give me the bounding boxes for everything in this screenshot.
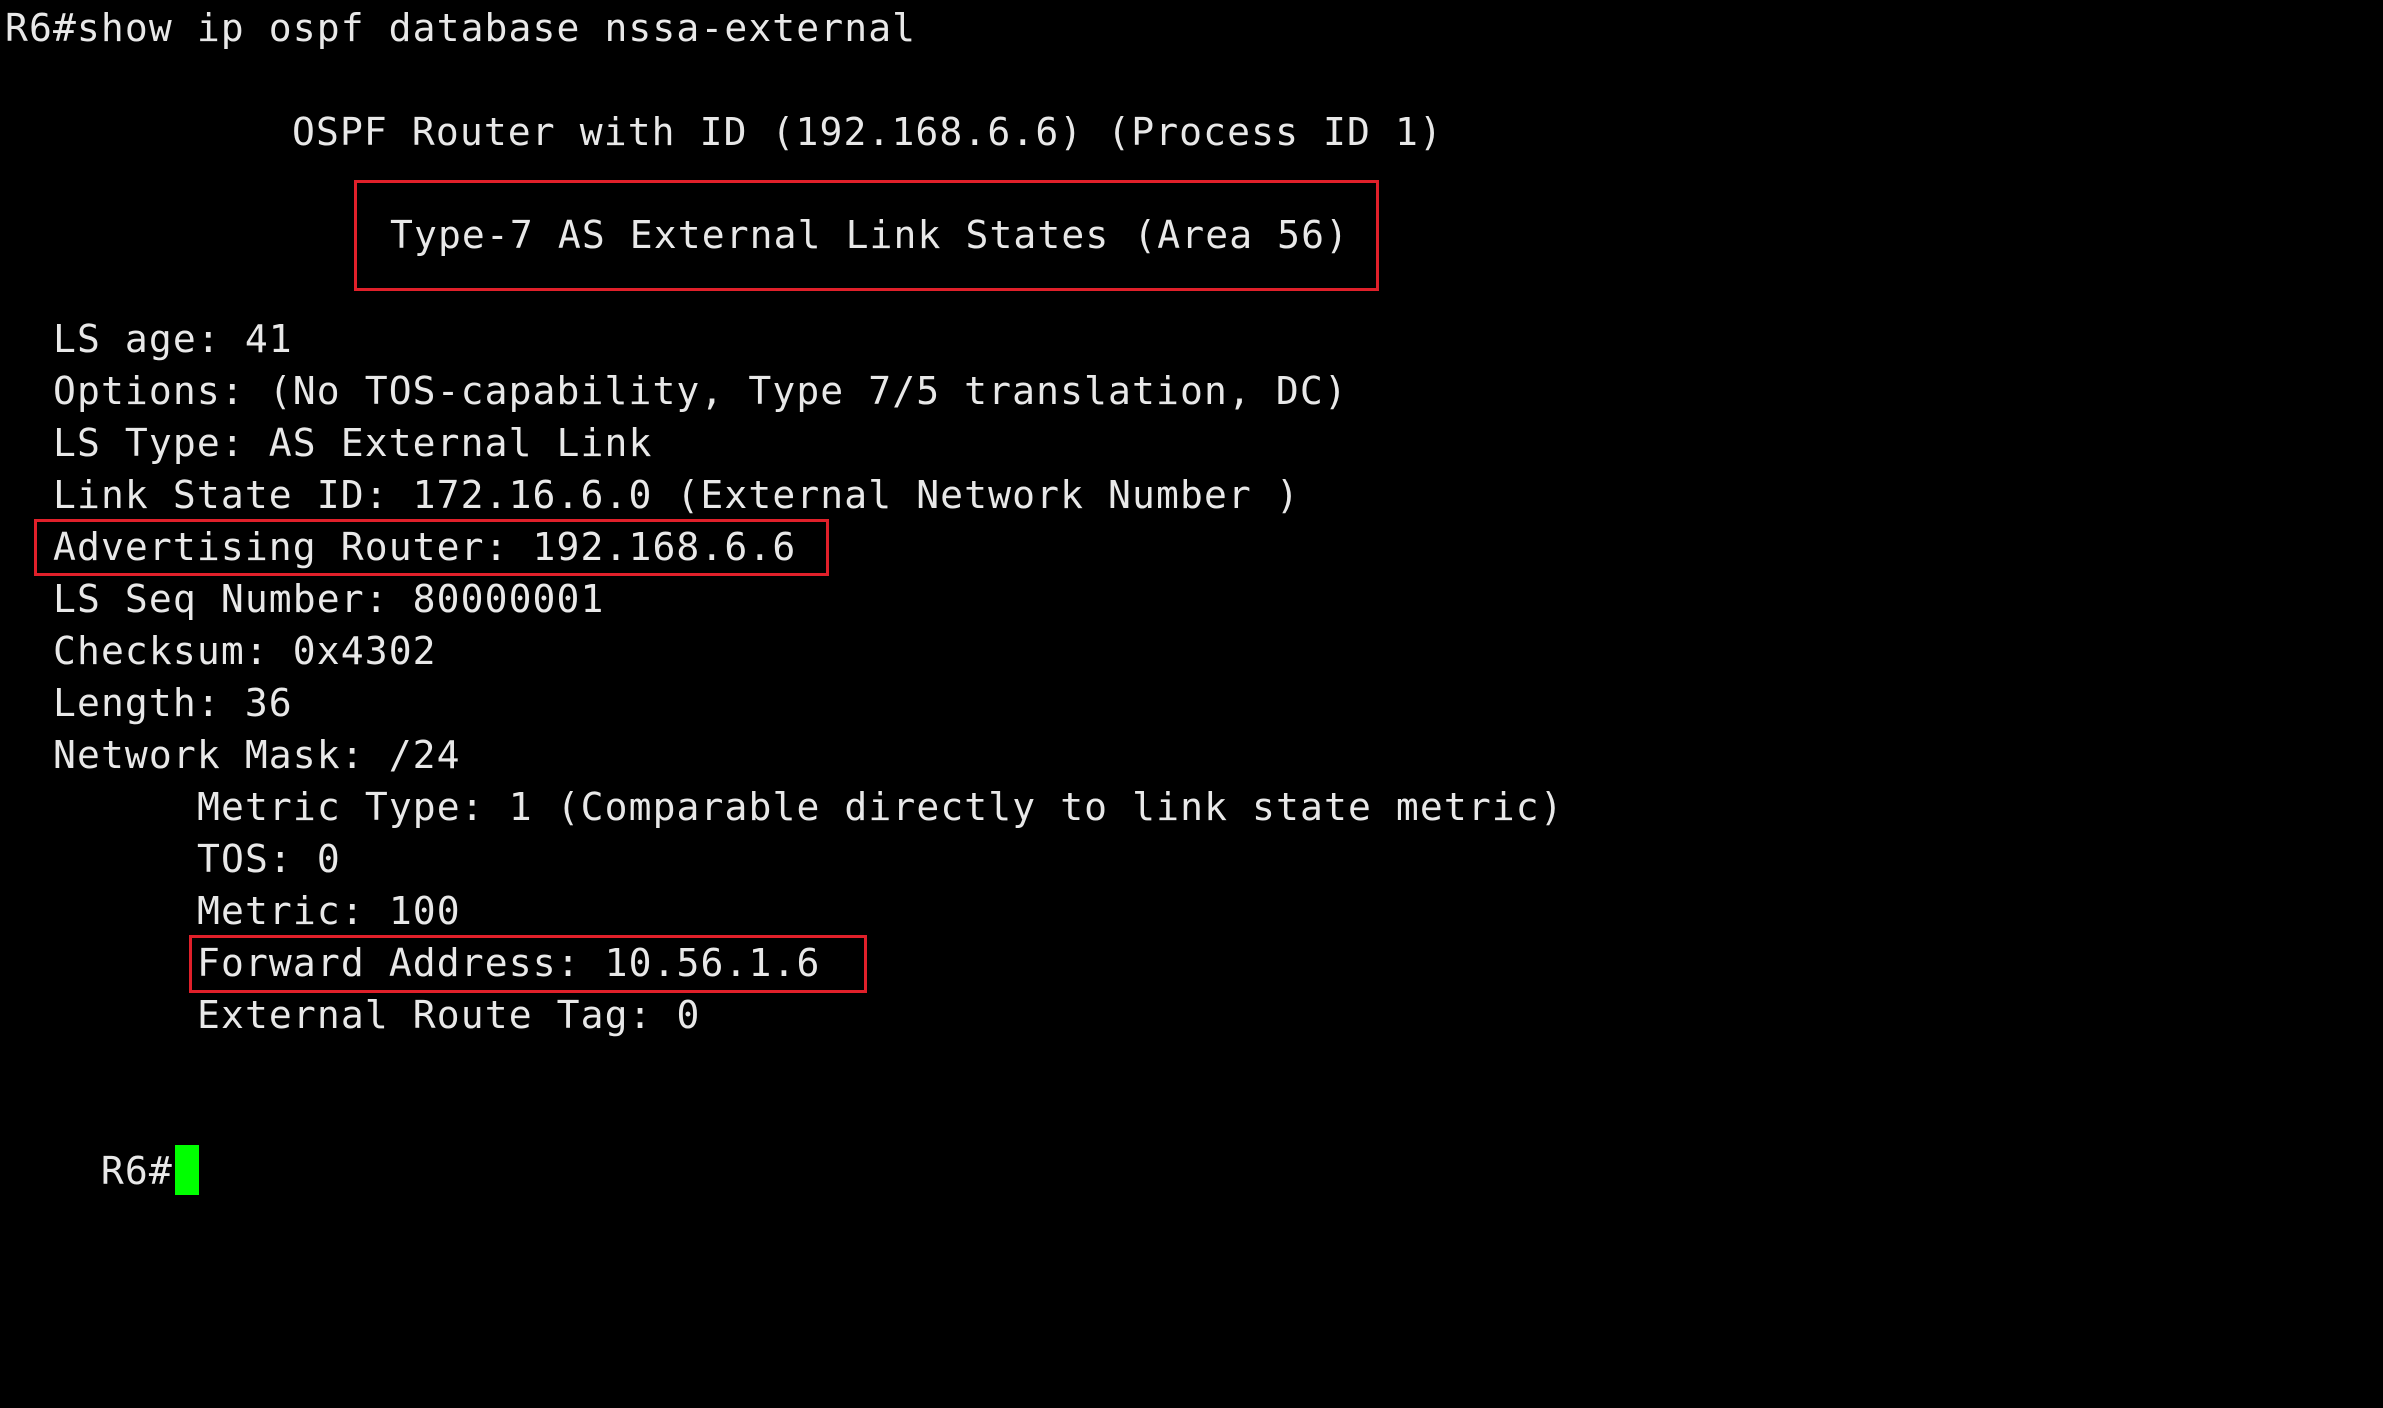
advertising-router: Advertising Router: 192.168.6.6 (53, 525, 797, 569)
length: Length: 36 (53, 681, 293, 725)
link-state-id: Link State ID: 172.16.6.0 (External Netw… (53, 473, 1300, 517)
options: Options: (No TOS-capability, Type 7/5 tr… (53, 369, 1348, 413)
ls-seq-number: LS Seq Number: 80000001 (53, 577, 605, 621)
tos: TOS: 0 (197, 837, 341, 881)
metric: Metric: 100 (197, 889, 461, 933)
command-line: R6#show ip ospf database nssa-external (5, 6, 917, 50)
forward-address: Forward Address: 10.56.1.6 (197, 941, 821, 985)
terminal-window[interactable]: R6#show ip ospf database nssa-external O… (0, 0, 2383, 1195)
external-route-tag: External Route Tag: 0 (197, 993, 701, 1037)
ls-age: LS age: 41 (53, 317, 293, 361)
router-header: OSPF Router with ID (192.168.6.6) (Proce… (292, 110, 1443, 154)
cursor-block (174, 1144, 199, 1195)
metric-type: Metric Type: 1 (Comparable directly to l… (197, 785, 1564, 829)
section-header: Type-7 AS External Link States (Area 56) (390, 213, 1350, 257)
prompt-line[interactable]: R6# (5, 1093, 199, 1195)
checksum: Checksum: 0x4302 (53, 629, 437, 673)
ls-type: LS Type: AS External Link (53, 421, 653, 465)
prompt: R6# (100, 1149, 173, 1193)
network-mask: Network Mask: /24 (53, 733, 461, 777)
